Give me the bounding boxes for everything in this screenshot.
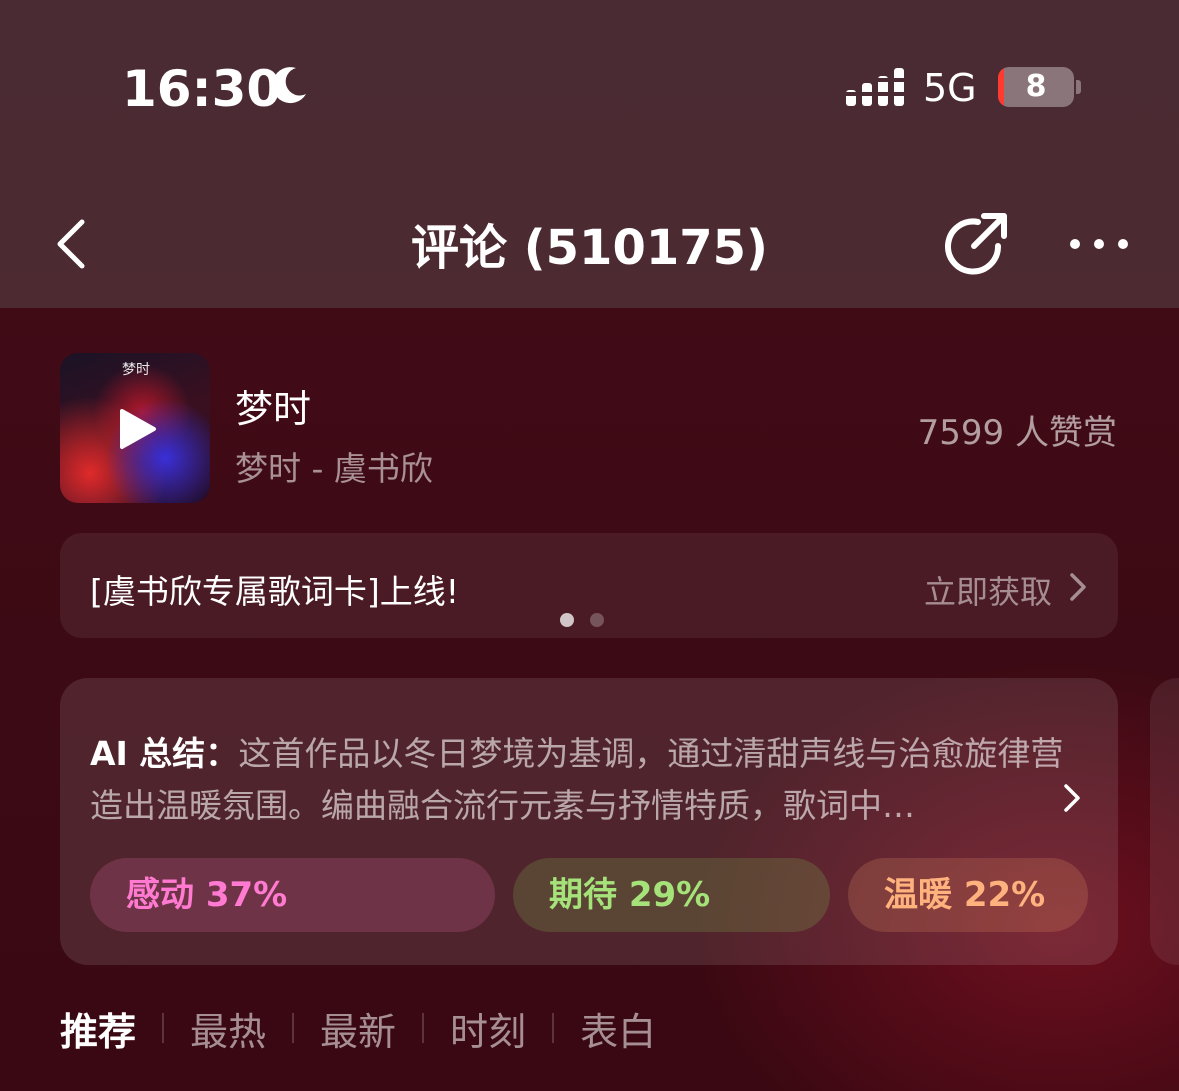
song-subtitle[interactable]: 梦时 - 虞书欣 (235, 442, 433, 490)
network-label: 5G (923, 66, 977, 110)
battery-level: 8 (1025, 69, 1047, 104)
banner-text: [虞书欣专属歌词卡]上线! (90, 572, 459, 611)
moon-icon (272, 67, 306, 104)
battery-nub (1076, 80, 1081, 94)
battery-indicator: 8 (998, 67, 1074, 107)
play-icon[interactable] (118, 407, 158, 451)
next-card-peek[interactable] (1150, 678, 1179, 965)
tab-divider (162, 1013, 165, 1043)
carousel-dot[interactable] (590, 613, 604, 627)
emotion-tag-anticipation[interactable]: 期待 29% (513, 858, 830, 932)
ai-summary-text: AI 总结：这首作品以冬日梦境为基调，通过清甜声线与治愈旋律营造出温暖氛围。编曲… (90, 728, 1065, 832)
chevron-right-icon[interactable] (1068, 571, 1088, 603)
tab-moments[interactable]: 时刻 (450, 1001, 526, 1056)
ai-summary-label: AI 总结： (90, 734, 239, 773)
lyrics-card-banner[interactable]: [虞书欣专属歌词卡]上线! 立即获取 (60, 533, 1118, 638)
emotion-tag-warmth[interactable]: 温暖 22% (848, 858, 1088, 932)
banner-action-link[interactable]: 立即获取 (924, 567, 1052, 613)
ai-summary-card[interactable]: AI 总结：这首作品以冬日梦境为基调，通过清甜声线与治愈旋律营造出温暖氛围。编曲… (60, 678, 1118, 965)
signal-bars-icon (846, 68, 904, 106)
tab-divider (422, 1013, 425, 1043)
carousel-dot-active[interactable] (560, 613, 574, 627)
tab-hottest[interactable]: 最热 (190, 1001, 266, 1056)
more-dots-icon[interactable] (1066, 232, 1132, 256)
share-arrow-icon[interactable] (944, 210, 1010, 276)
tab-newest[interactable]: 最新 (320, 1001, 396, 1056)
tab-divider (292, 1013, 295, 1043)
album-cover-text: 梦时 (122, 362, 150, 378)
tab-divider (552, 1013, 555, 1043)
chevron-right-icon[interactable] (1062, 782, 1082, 814)
praise-count[interactable]: 7599 人赞赏 (918, 405, 1117, 454)
emotion-tag-moved[interactable]: 感动 37% (90, 858, 495, 932)
status-time: 16:30 (122, 60, 282, 118)
tab-recommended[interactable]: 推荐 (60, 1001, 136, 1056)
comment-sort-tabs: 推荐 最热 最新 时刻 表白 (60, 1000, 656, 1056)
album-cover[interactable]: 梦时 (60, 353, 210, 503)
song-title[interactable]: 梦时 (235, 378, 311, 433)
tab-confession[interactable]: 表白 (580, 1001, 656, 1056)
